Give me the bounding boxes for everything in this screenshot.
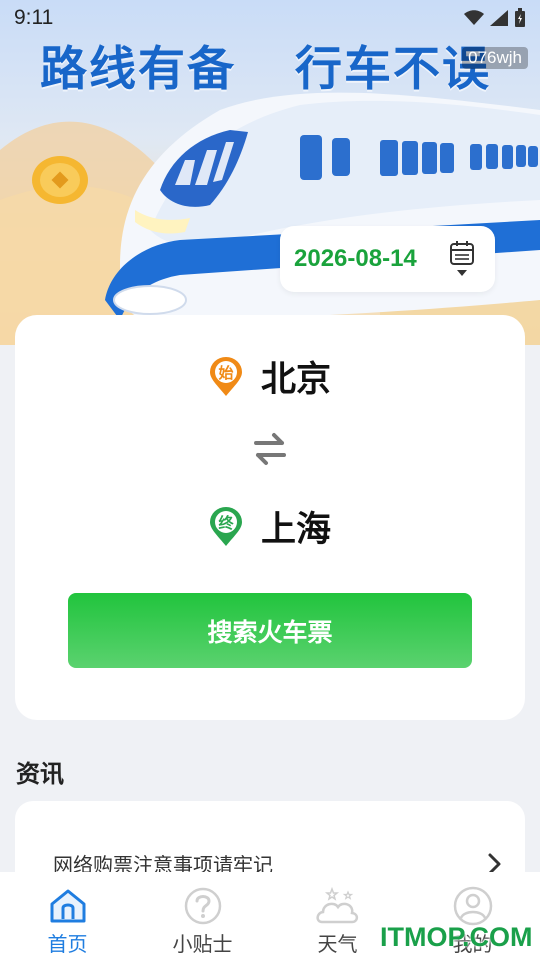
hero-banner: 9:11 路线有备 行车不误 076wjh 2026-08-14 bbox=[0, 0, 540, 345]
site-watermark: ITMOP.COM bbox=[380, 922, 533, 952]
nav-weather-label: 天气 bbox=[317, 932, 358, 956]
home-icon bbox=[50, 889, 85, 923]
watermark-label: 076wjh bbox=[462, 47, 528, 69]
signal-icon bbox=[490, 10, 508, 26]
start-badge: 始 bbox=[218, 364, 233, 382]
calendar-icon bbox=[450, 241, 474, 276]
nav-tips[interactable]: 小贴士 bbox=[135, 872, 270, 960]
start-pin-icon: 始 bbox=[209, 356, 242, 396]
nav-home[interactable]: 首页 bbox=[0, 872, 135, 960]
news-section-title: 资讯 bbox=[16, 760, 64, 788]
status-time: 9:11 bbox=[14, 6, 54, 29]
nav-home-label: 首页 bbox=[47, 932, 88, 956]
end-pin-icon: 终 bbox=[209, 506, 242, 546]
status-bar: 9:11 bbox=[0, 0, 540, 36]
slogan-left: 路线有备 bbox=[40, 42, 236, 97]
weather-icon bbox=[315, 886, 358, 924]
battery-icon bbox=[515, 8, 525, 27]
end-badge: 终 bbox=[218, 514, 234, 532]
to-station-name: 上海 bbox=[260, 510, 331, 550]
station-card: 始 北京 终 上海 搜索火车票 bbox=[15, 315, 525, 720]
date-picker[interactable]: 2026-08-14 bbox=[280, 226, 495, 292]
nav-tips-label: 小贴士 bbox=[172, 932, 233, 956]
to-station[interactable]: 终 上海 bbox=[15, 501, 525, 552]
coin-icon bbox=[32, 156, 88, 204]
swap-icon[interactable] bbox=[252, 432, 288, 466]
from-station-name: 北京 bbox=[260, 360, 331, 400]
from-station[interactable]: 始 北京 bbox=[15, 351, 525, 402]
date-value: 2026-08-14 bbox=[294, 245, 417, 272]
profile-icon bbox=[453, 886, 492, 926]
wifi-icon bbox=[464, 10, 484, 25]
question-icon bbox=[184, 887, 221, 925]
status-icons bbox=[464, 8, 526, 28]
search-tickets-button[interactable]: 搜索火车票 bbox=[68, 593, 472, 668]
